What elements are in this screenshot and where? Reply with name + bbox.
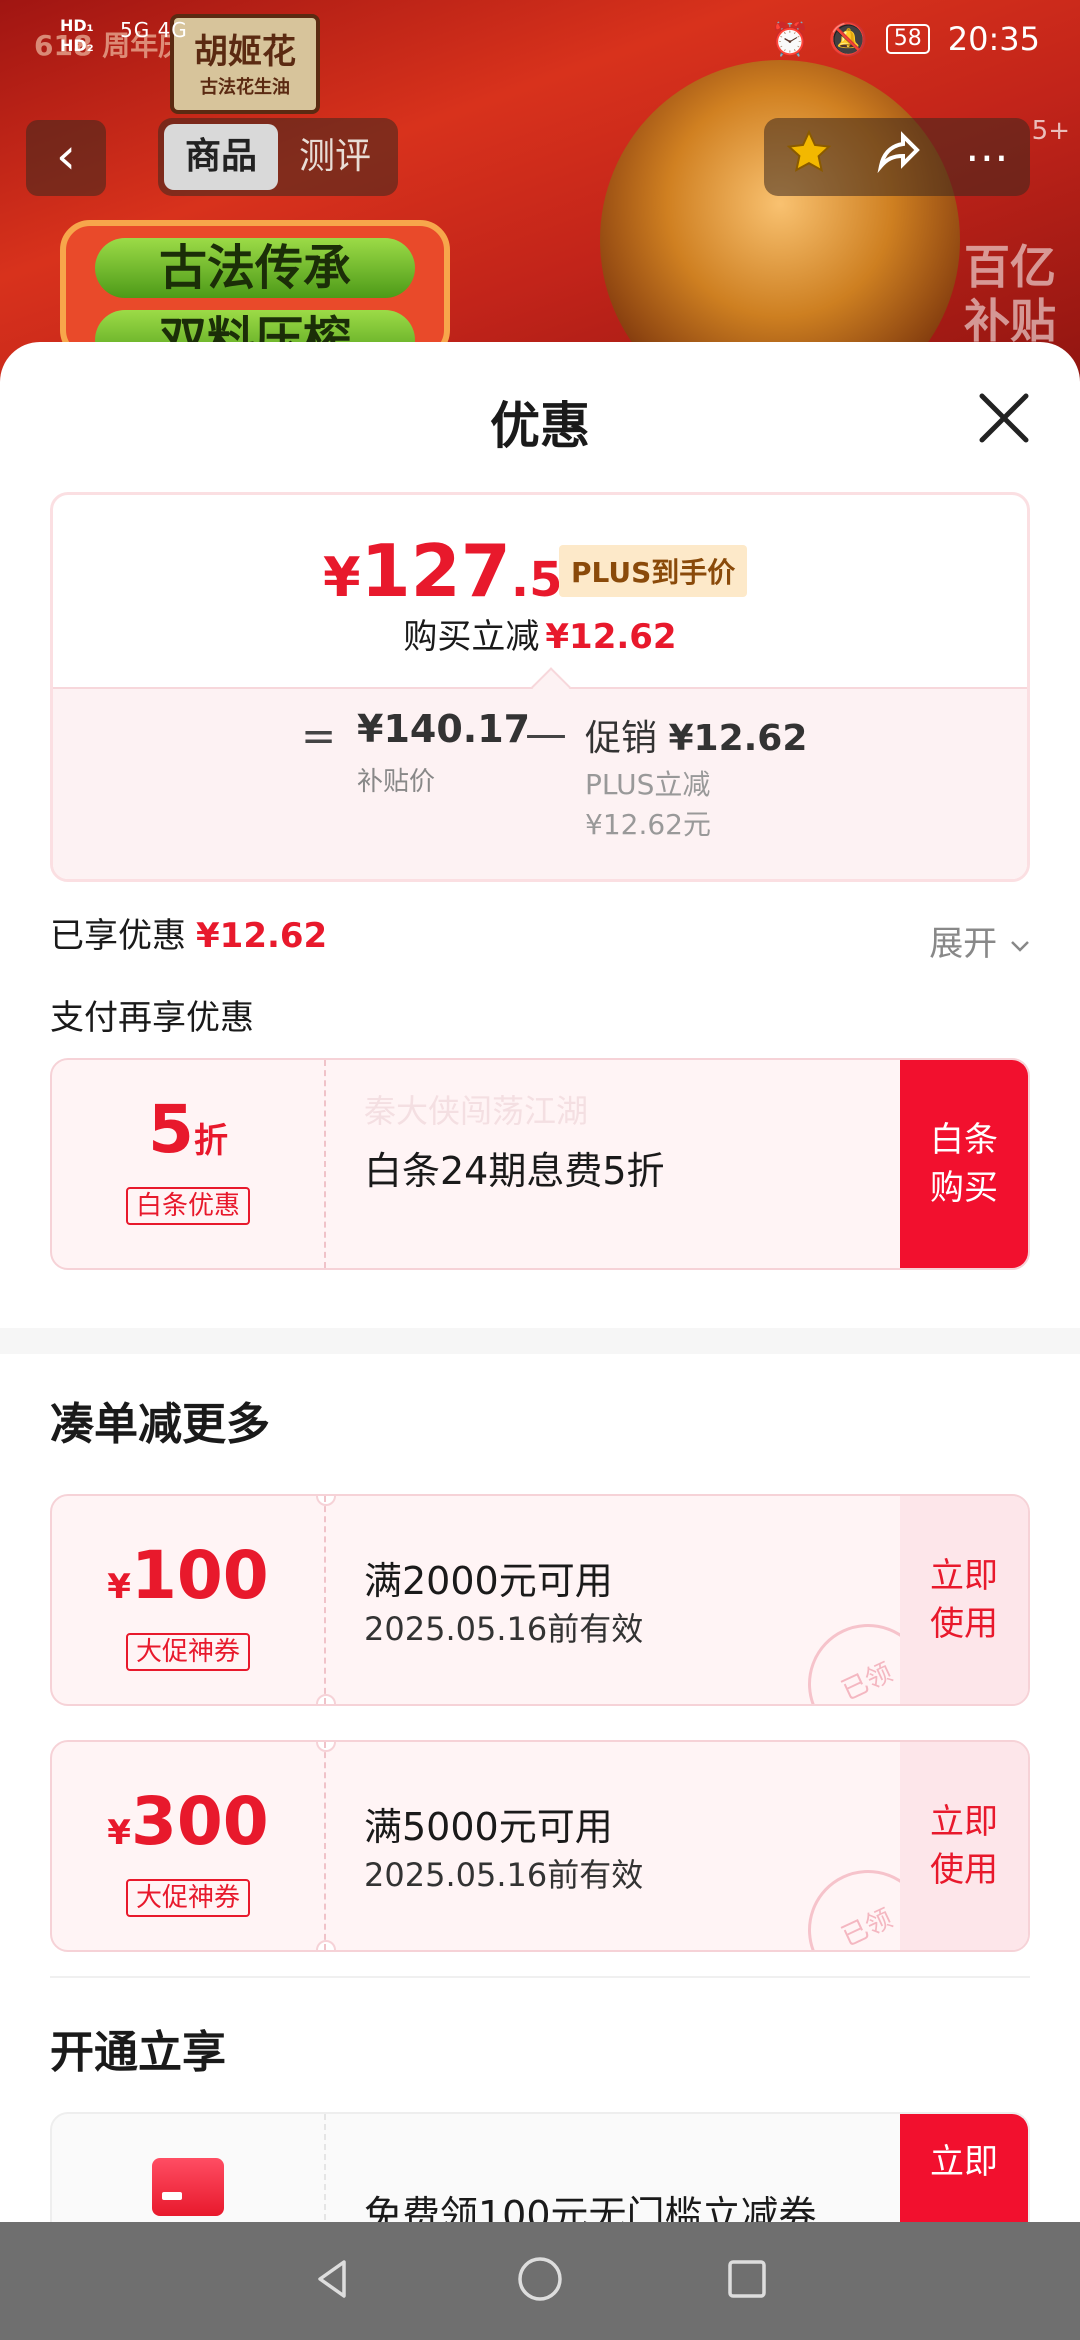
watermark-text: 秦大侠闯荡江湖 <box>364 1092 589 1130</box>
base-price-label: 补贴价 <box>357 767 436 797</box>
chevron-down-icon <box>1011 940 1029 952</box>
slogan-line-1: 古法传承 <box>95 238 415 298</box>
tab-product[interactable]: 商品 <box>164 124 278 190</box>
open-benefit-card: 免费领100元无门槛立减券 立即 <box>50 2112 1030 2222</box>
clock: 20:35 <box>947 20 1040 58</box>
baitiao-tag: 白条优惠 <box>125 1187 250 1225</box>
nav-home-circle-icon[interactable] <box>515 2254 565 2308</box>
baitiao-buy-button[interactable]: 白条 购买 <box>900 1060 1028 1268</box>
final-price: ¥127.55 <box>323 529 596 613</box>
pay-more-label: 支付再享优惠 <box>50 998 254 1038</box>
use-coupon-button[interactable]: 立即 使用 <box>900 1496 1028 1704</box>
divider <box>50 1976 1030 1978</box>
open-section-title: 开通立享 <box>50 2027 226 2078</box>
expand-button[interactable]: 展开 <box>929 916 1032 965</box>
use-coupon-button[interactable]: 立即 使用 <box>900 1742 1028 1950</box>
nav-back-triangle-icon[interactable] <box>308 2254 358 2308</box>
coupon-expiry: 2025.05.16前有效 <box>364 1856 644 1894</box>
alarm-icon: ⏰ <box>770 20 810 58</box>
enjoyed-discount: 已享优惠 ¥12.62 <box>50 916 328 956</box>
back-arrow-icon: ‹ <box>56 127 76 185</box>
coupon-tag: 大促神券 <box>125 1879 250 1917</box>
hd-indicator: HD₁ HD₂ <box>60 16 94 55</box>
base-price: ¥140.17 <box>357 707 531 751</box>
share-icon[interactable] <box>875 128 923 187</box>
more-icon[interactable]: ⋯ <box>965 132 1009 183</box>
open-now-button[interactable]: 立即 <box>900 2114 1028 2222</box>
minus-sign: — <box>525 709 567 758</box>
coupon-expiry: 2025.05.16前有效 <box>364 1610 644 1648</box>
section-divider <box>0 1328 1080 1354</box>
promo-sub-value: ¥12.62元 <box>585 808 711 841</box>
nav-recents-square-icon[interactable] <box>722 2254 772 2308</box>
coupon-condition: 满5000元可用 <box>364 1805 613 1849</box>
coupon-condition: 满2000元可用 <box>364 1559 613 1603</box>
baitiao-desc: 白条24期息费5折 <box>364 1149 665 1193</box>
status-bar: HD₁ HD₂ 5G 4G ⏰ 🔕 58 20:35 <box>0 0 1080 80</box>
coupon-tag: 大促神券 <box>125 1633 250 1671</box>
back-button[interactable]: ‹ <box>26 120 106 196</box>
price-breakdown-card: ¥127.55 PLUS到手价 购买立减 ¥12.62 = ¥140.17 补贴价… <box>50 492 1030 882</box>
equals-sign: = <box>301 711 337 760</box>
discount-sheet: 优惠 ¥127.55 PLUS到手价 购买立减 ¥12.62 = ¥140.17 … <box>0 342 1080 2222</box>
credit-card-icon <box>152 2158 224 2216</box>
product-actions: ⋯ <box>764 118 1030 196</box>
message-count-badge: 5+ <box>1031 116 1070 146</box>
battery-icon: 58 <box>885 24 930 54</box>
subsidy-badge: 百亿 补贴 <box>964 240 1056 348</box>
signal-icon: 5G 4G <box>120 18 188 42</box>
favorite-star-icon[interactable] <box>785 128 833 187</box>
promo-amount: 促销 ¥12.62 <box>585 718 808 759</box>
price-formula: = ¥140.17 补贴价 — 促销 ¥12.62 PLUS立减 ¥12.62元 <box>53 667 1027 879</box>
mute-icon: 🔕 <box>827 20 868 58</box>
sheet-title: 优惠 <box>490 397 590 455</box>
system-nav-bar <box>0 2222 1080 2340</box>
plus-price-tag: PLUS到手价 <box>559 545 748 597</box>
buy-cut-text: 购买立减 ¥12.62 <box>403 617 677 657</box>
product-tabs: 商品 测评 <box>158 118 398 196</box>
combine-section-title: 凑单减更多 <box>50 1399 270 1450</box>
coupon-card: ¥100 大促神券 满2000元可用 2025.05.16前有效 已领 立即 使… <box>50 1494 1030 1706</box>
close-button[interactable] <box>976 390 1032 446</box>
tab-review[interactable]: 测评 <box>278 124 392 190</box>
close-icon <box>979 393 1029 443</box>
coupon-card: ¥300 大促神券 满5000元可用 2025.05.16前有效 已领 立即 使… <box>50 1740 1030 1952</box>
promo-sub-label: PLUS立减 <box>585 768 711 801</box>
open-benefit-text: 免费领100元无门槛立减券 <box>364 2193 817 2222</box>
baitiao-coupon: 5折 白条优惠 秦大侠闯荡江湖 白条24期息费5折 白条 购买 <box>50 1058 1030 1270</box>
